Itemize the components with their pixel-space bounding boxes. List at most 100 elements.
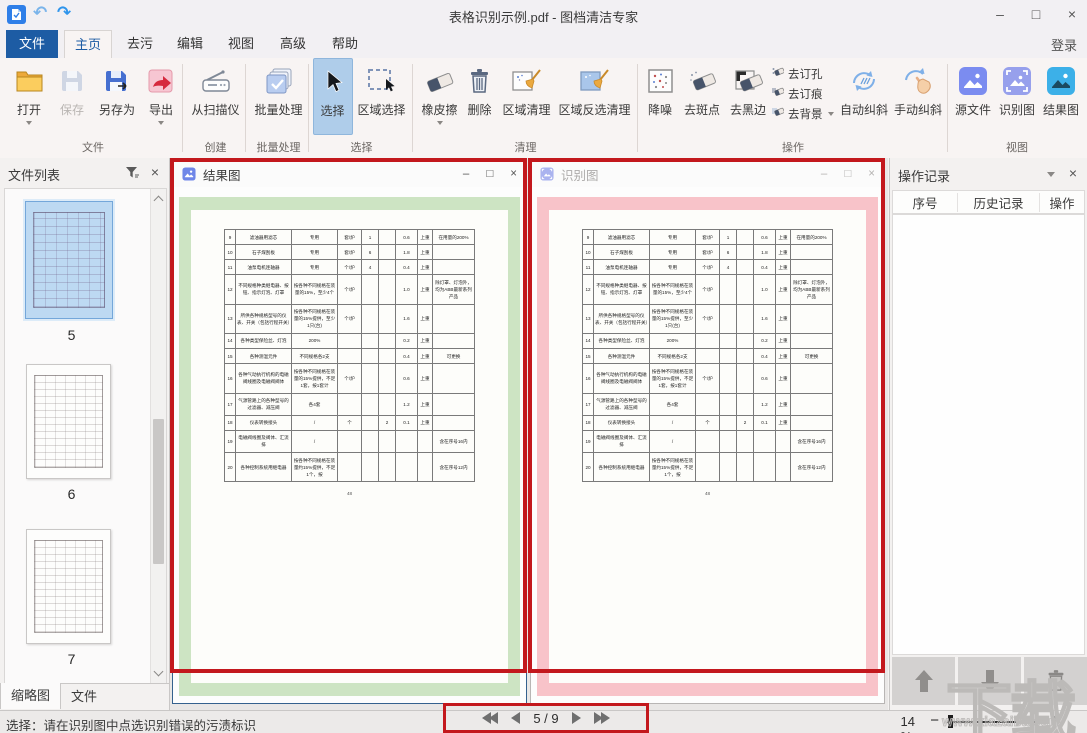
save-button[interactable]: 保存 <box>52 58 92 135</box>
doc-cell <box>719 274 737 305</box>
child-minimize-button[interactable]: – <box>821 168 827 180</box>
batch-process-button[interactable]: 批量处理 <box>250 58 308 135</box>
doc-cell: 个/炉 <box>695 259 720 276</box>
doc-cell: 上重 <box>775 244 791 261</box>
eraser-button[interactable]: 橡皮擦 <box>418 58 462 135</box>
denoise-button[interactable]: 降噪 <box>641 58 679 135</box>
child-close-button[interactable]: × <box>510 168 517 180</box>
doc-cell: 除灯罩、灯泡外，均为ABB最新系列产品 <box>790 274 833 305</box>
tab-files[interactable]: 文件 <box>61 684 107 710</box>
last-page-button[interactable] <box>593 712 610 724</box>
filter-icon[interactable] <box>125 166 139 184</box>
doc-table-row: 10 石子煤刮板 专用 套/炉 6 1.8 上重 <box>582 244 833 261</box>
recognition-page[interactable]: 9 滤油器用滤芯 专用 套/炉 1 0.6 上重 在用量的200% 10 石子煤… <box>537 197 878 696</box>
recognition-window-titlebar[interactable]: 识别图 – □ × <box>531 161 884 187</box>
move-up-button[interactable] <box>892 657 955 705</box>
tab-advanced[interactable]: 高级 <box>271 30 315 58</box>
recognition-view-button[interactable]: 识别图 <box>995 58 1039 135</box>
first-page-button[interactable] <box>482 712 499 724</box>
doc-cell: 含在序号12内 <box>432 452 475 483</box>
manual-deskew-button[interactable]: 手动纠斜 <box>891 58 945 135</box>
doc-table-row: 11 油泵电机连轴器 专用 个/炉 4 0.4 上重 <box>582 259 833 276</box>
result-view-button[interactable]: 结果图 <box>1039 58 1083 135</box>
child-minimize-button[interactable]: – <box>463 168 469 180</box>
child-maximize-button[interactable]: □ <box>486 168 493 180</box>
result-image-icon <box>1046 63 1076 99</box>
doc-table-row: 18 仪表转换接头 / 个 2 0.1 上重 <box>224 414 475 431</box>
zoom-slider-thumb[interactable] <box>948 715 953 728</box>
chevron-down-icon[interactable] <box>1047 172 1055 177</box>
auto-deskew-button[interactable]: 自动纠斜 <box>837 58 891 135</box>
zoom-in-button[interactable]: + <box>1050 712 1059 729</box>
doc-table-row: 19 电磁阀线圈及阀体、汇流排 / 含在序号16内 <box>224 429 475 454</box>
panel-close-icon[interactable]: × <box>151 164 159 180</box>
next-page-button[interactable] <box>571 712 581 724</box>
login-link[interactable]: 登录 <box>1051 35 1077 54</box>
thumbnail-scrollbar[interactable] <box>150 189 166 683</box>
batch-process-label: 批量处理 <box>254 103 303 117</box>
manual-deskew-label: 手动纠斜 <box>893 103 942 117</box>
area-select-button[interactable]: 区域选择 <box>353 58 411 135</box>
thumbnail-page-7[interactable] <box>26 529 111 644</box>
remove-background-button[interactable]: 去背景 <box>771 105 837 122</box>
remove-punch-button[interactable]: 去订孔 <box>771 65 837 82</box>
scroll-up-icon[interactable] <box>153 195 164 206</box>
panel-close-icon[interactable]: × <box>1069 165 1077 181</box>
open-button[interactable]: 打开 <box>6 58 52 135</box>
child-maximize-button[interactable]: □ <box>844 168 851 180</box>
doc-cell <box>736 363 754 394</box>
close-button[interactable]: × <box>1065 6 1079 22</box>
result-window-titlebar[interactable]: 结果图 – □ × <box>173 161 526 187</box>
tab-decontaminate[interactable]: 去污 <box>118 30 162 58</box>
doc-cell: 0.6 <box>395 228 418 246</box>
move-down-button[interactable] <box>958 657 1021 705</box>
doc-cell: 不同规格各2支 <box>291 348 338 365</box>
select-tool-button[interactable]: 选择 <box>312 58 353 135</box>
result-view-window[interactable]: 结果图 – □ × 9 滤油器用滤芯 专用 套/炉 1 0.6 上重 在用量的2… <box>172 160 527 704</box>
save-as-button[interactable]: 另存为 <box>92 58 142 135</box>
doc-cell: 11 <box>582 259 594 276</box>
doc-cell: 2 <box>378 414 396 431</box>
doc-cell: 上重 <box>775 303 791 334</box>
child-close-button[interactable]: × <box>868 168 875 180</box>
tab-edit[interactable]: 编辑 <box>168 30 212 58</box>
thumbnail-page-6[interactable] <box>26 364 111 479</box>
zoom-out-button[interactable]: − <box>930 712 939 729</box>
recognition-view-window[interactable]: 识别图 – □ × 9 滤油器用滤芯 专用 套/炉 1 0.6 上重 在用量的2… <box>530 160 885 704</box>
doc-cell: 上重 <box>417 348 433 365</box>
recognition-image-icon <box>1002 63 1032 99</box>
from-scanner-button[interactable]: 从扫描仪 <box>187 58 245 135</box>
delete-button[interactable]: 删除 <box>462 58 498 135</box>
doc-cell: 0.1 <box>753 414 776 431</box>
doc-cell <box>432 259 475 276</box>
thumbnail-page-5[interactable] <box>25 201 113 319</box>
tab-view[interactable]: 视图 <box>219 30 263 58</box>
doc-cell: 19 <box>582 429 594 454</box>
zoom-slider-track[interactable] <box>947 721 1047 723</box>
previous-page-button[interactable] <box>511 712 521 724</box>
minimize-button[interactable]: – <box>993 6 1007 22</box>
tab-help[interactable]: 帮助 <box>323 30 367 58</box>
scroll-down-icon[interactable] <box>153 666 164 677</box>
tab-home[interactable]: 主页 <box>64 30 112 58</box>
maximize-button[interactable]: □ <box>1029 6 1043 22</box>
despeckle-button[interactable]: 去斑点 <box>679 58 725 135</box>
doc-cell: 0.6 <box>395 363 418 394</box>
deblack-edge-button[interactable]: 去黑边 <box>725 58 771 135</box>
left-panel-tabs: 缩略图 文件 <box>0 683 169 710</box>
delete-history-button[interactable] <box>1024 657 1087 705</box>
tab-thumbnails[interactable]: 缩略图 <box>0 683 62 709</box>
recognition-window-client[interactable]: 9 滤油器用滤芯 专用 套/炉 1 0.6 上重 在用量的200% 10 石子煤… <box>531 187 884 703</box>
select-tool-label: 选择 <box>320 104 345 118</box>
tab-file[interactable]: 文件 <box>6 30 58 58</box>
scrollbar-thumb[interactable] <box>153 419 164 564</box>
doc-cell: 专用 <box>291 244 338 261</box>
area-invert-clean-button[interactable]: 区域反选清理 <box>556 58 634 135</box>
source-view-button[interactable]: 源文件 <box>951 58 995 135</box>
remove-punch-icon <box>771 66 785 81</box>
result-page[interactable]: 9 滤油器用滤芯 专用 套/炉 1 0.6 上重 在用量的200% 10 石子煤… <box>179 197 520 696</box>
result-window-client[interactable]: 9 滤油器用滤芯 专用 套/炉 1 0.6 上重 在用量的200% 10 石子煤… <box>173 187 526 703</box>
export-button[interactable]: 导出 <box>142 58 180 135</box>
remove-staple-button[interactable]: 去订痕 <box>771 85 837 102</box>
area-clean-button[interactable]: 区域清理 <box>498 58 556 135</box>
